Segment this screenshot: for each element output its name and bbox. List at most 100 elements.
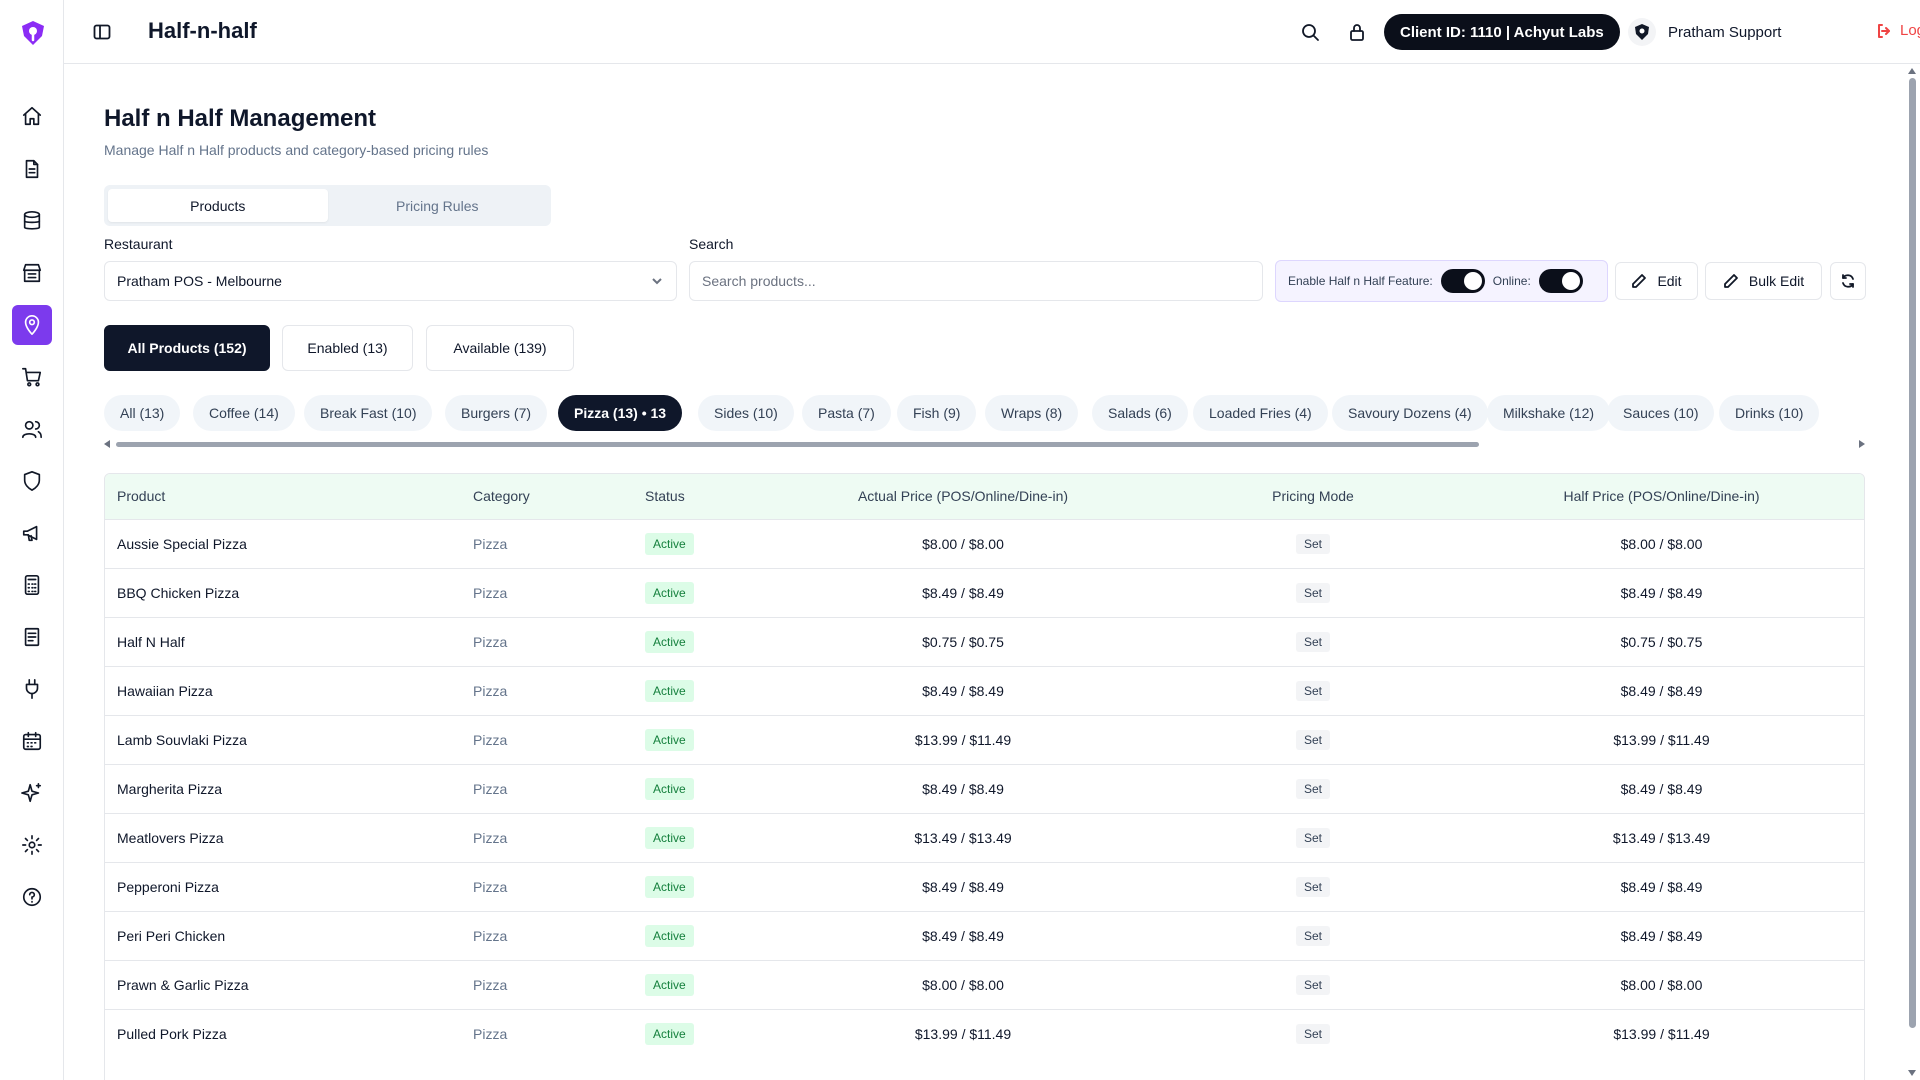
table-row[interactable]: Pulled Pork Pizza Pizza Active $13.99 / $11… xyxy=(105,1009,1864,1058)
category-chip[interactable]: Pasta (7) xyxy=(802,395,891,431)
gear-icon xyxy=(22,835,42,855)
column-header-half-price[interactable]: Half Price (POS/Online/Dine-in) xyxy=(1457,474,1864,519)
sidebar-item-store[interactable] xyxy=(12,253,52,293)
scrollbar-thumb[interactable] xyxy=(1909,78,1916,1028)
table-row[interactable]: Meatlovers Pizza Pizza Active $13.49 / $13.… xyxy=(105,813,1864,862)
restaurant-select[interactable]: Pratham POS - Melbourne xyxy=(104,261,677,301)
scroll-right-arrow[interactable] xyxy=(1859,440,1865,448)
online-switch[interactable] xyxy=(1538,269,1583,293)
logout-button[interactable]: Logout xyxy=(1876,22,1920,39)
status-cell: Active xyxy=(633,568,757,617)
filter-available[interactable]: Available (139) xyxy=(426,325,574,371)
status-badge: Active xyxy=(645,532,694,555)
tab-products[interactable]: Products xyxy=(108,189,328,222)
actual-price: $13.49 / $13.49 xyxy=(914,829,1012,846)
table-row[interactable]: BBQ Chicken Pizza Pizza Active $8.49 / $8.4… xyxy=(105,568,1864,617)
filter-enabled[interactable]: Enabled (13) xyxy=(282,325,413,371)
scrollbar-thumb[interactable] xyxy=(116,442,1479,447)
status-cell: Active xyxy=(633,666,757,715)
table-row[interactable]: Peri Peri Chicken Pizza Active $8.49 / $8.4… xyxy=(105,911,1864,960)
sidebar-item-half-n-half[interactable] xyxy=(12,305,52,345)
scroll-down-arrow[interactable] xyxy=(1908,1070,1916,1076)
pricing-mode-cell: Set xyxy=(1169,568,1457,617)
half-n-half-feature-switch[interactable] xyxy=(1440,269,1485,293)
lock-button[interactable] xyxy=(1347,22,1367,42)
sidebar-item-calendar[interactable] xyxy=(12,721,52,761)
page-title: Half n Half Management xyxy=(104,105,377,132)
edit-button[interactable]: Edit xyxy=(1615,262,1698,300)
sidebar-item-integrations[interactable] xyxy=(12,669,52,709)
pricing-mode-cell: Set xyxy=(1169,1009,1457,1058)
page-tabs: Products Pricing Rules xyxy=(104,185,551,226)
pricing-mode-badge: Set xyxy=(1295,582,1330,603)
scroll-up-arrow[interactable] xyxy=(1908,68,1916,74)
sidebar-item-orders[interactable] xyxy=(12,357,52,397)
table-row[interactable]: Hawaiian Pizza Pizza Active $8.49 / $8.49 Se… xyxy=(105,666,1864,715)
category-chip[interactable]: Break Fast (10) xyxy=(304,395,433,431)
table-row[interactable]: Pepperoni Pizza Pizza Active $8.49 / $8.49 S… xyxy=(105,862,1864,911)
filter-all-products[interactable]: All Products (152) xyxy=(104,325,270,371)
column-header-actual-price[interactable]: Actual Price (POS/Online/Dine-in) xyxy=(757,474,1169,519)
search-button[interactable] xyxy=(1300,22,1320,42)
table-row[interactable]: Lamb Souvlaki Pizza Pizza Active $13.99 / $… xyxy=(105,715,1864,764)
table-row[interactable]: Half N Half Pizza Active $0.75 / $0.75 Set $0… xyxy=(105,617,1864,666)
table-row[interactable]: Aussie Special Pizza Pizza Active $8.00 / $… xyxy=(105,519,1864,568)
sidebar xyxy=(0,0,64,1080)
sidebar-item-marketing[interactable] xyxy=(12,513,52,553)
feature-toggle-label: Enable Half n Half Feature: xyxy=(1288,274,1433,288)
top-header: Half-n-half Client ID: 1110 | Achyut Lab… xyxy=(64,0,1920,64)
category-chip[interactable]: Fish (9) xyxy=(897,395,977,431)
sidebar-item-settings[interactable] xyxy=(12,825,52,865)
table-row[interactable]: Prawn & Garlic Pizza Pizza Active $8.00 / $… xyxy=(105,960,1864,1009)
category-chip[interactable]: All (13) xyxy=(104,395,181,431)
product-name: Half N Half xyxy=(117,633,185,650)
user-menu[interactable]: Pratham Support xyxy=(1628,18,1781,46)
category-chip[interactable]: Sauces (10) xyxy=(1607,395,1715,431)
page-scrollbar[interactable] xyxy=(1905,64,1920,1080)
table-row[interactable]: Margherita Pizza Pizza Active $8.49 / $8.49… xyxy=(105,764,1864,813)
pricing-mode-badge: Set xyxy=(1295,1023,1330,1044)
refresh-button[interactable] xyxy=(1830,262,1866,300)
category-chip[interactable]: Sides (10) xyxy=(698,395,794,431)
brand-logo[interactable] xyxy=(20,20,46,46)
category-chip[interactable]: Coffee (14) xyxy=(193,395,295,431)
category-chip[interactable]: Drinks (10) xyxy=(1719,395,1820,431)
sidebar-toggle-icon[interactable] xyxy=(92,22,112,42)
home-icon xyxy=(22,106,42,126)
bulk-edit-button[interactable]: Bulk Edit xyxy=(1705,262,1822,300)
half-price: $8.49 / $8.49 xyxy=(1620,878,1703,895)
category-chip[interactable]: Loaded Fries (4) xyxy=(1193,395,1328,431)
sidebar-item-ai[interactable] xyxy=(12,773,52,813)
pencil-icon xyxy=(1632,274,1647,288)
search-input[interactable] xyxy=(689,261,1263,301)
category-chip[interactable]: Burgers (7) xyxy=(445,395,548,431)
sidebar-item-customers[interactable] xyxy=(12,409,52,449)
actual-price: $8.00 / $8.00 xyxy=(922,535,1004,552)
sidebar-item-security[interactable] xyxy=(12,461,52,501)
sidebar-item-calculator[interactable] xyxy=(12,565,52,605)
sidebar-item-help[interactable] xyxy=(12,877,52,917)
category-chip-active[interactable]: Pizza (13) • 13 xyxy=(558,395,683,431)
category-chip[interactable]: Wraps (8) xyxy=(985,395,1079,431)
actual-price: $8.49 / $8.49 xyxy=(922,927,1004,944)
category-chip[interactable]: Salads (6) xyxy=(1092,395,1188,431)
sidebar-item-reports[interactable] xyxy=(12,617,52,657)
scroll-left-arrow[interactable] xyxy=(104,440,110,448)
sidebar-item-documents[interactable] xyxy=(12,149,52,189)
column-header-category[interactable]: Category xyxy=(461,474,633,519)
category-chip[interactable]: Milkshake (12) xyxy=(1487,395,1611,431)
tab-pricing-rules[interactable]: Pricing Rules xyxy=(328,189,548,222)
category-scrollbar[interactable] xyxy=(104,439,1865,449)
sidebar-item-home[interactable] xyxy=(12,96,52,136)
edit-label: Edit xyxy=(1657,273,1682,289)
page-subtitle: Manage Half n Half products and category… xyxy=(104,142,489,158)
status-cell: Active xyxy=(633,715,757,764)
column-header-product[interactable]: Product xyxy=(105,474,461,519)
column-header-status[interactable]: Status xyxy=(633,474,757,519)
product-category: Pizza xyxy=(473,1025,508,1042)
column-header-pricing-mode[interactable]: Pricing Mode xyxy=(1169,474,1457,519)
category-chip[interactable]: Savoury Dozens (4) xyxy=(1332,395,1488,431)
client-id-badge[interactable]: Client ID: 1110 | Achyut Labs xyxy=(1384,14,1620,50)
sidebar-item-database[interactable] xyxy=(12,201,52,241)
actual-price: $8.49 / $8.49 xyxy=(922,682,1004,699)
